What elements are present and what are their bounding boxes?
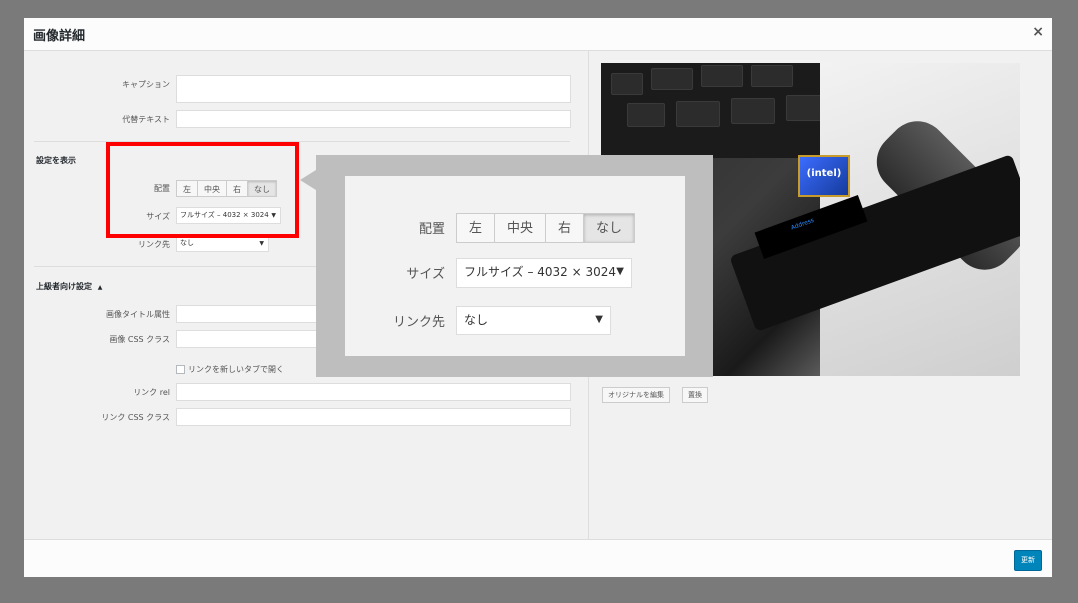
modal-header: 画像詳細 × <box>24 18 1052 51</box>
modal-title: 画像詳細 <box>33 29 86 44</box>
chevron-down-icon: ▼ <box>259 240 264 247</box>
key-shape <box>611 73 643 95</box>
key-shape <box>651 68 693 90</box>
key-shape <box>627 103 665 127</box>
screen-text: Address <box>790 216 815 232</box>
replace-button[interactable]: 置換 <box>682 387 708 403</box>
zoom-align-left-button[interactable]: 左 <box>456 213 496 243</box>
close-icon[interactable]: × <box>1032 24 1044 40</box>
image-css-label: 画像 CSS クラス <box>109 335 170 344</box>
advanced-settings-label: 上級者向け設定 <box>36 282 92 291</box>
link-select-value: なし <box>180 239 194 247</box>
display-settings-title: 設定を表示 <box>36 156 76 165</box>
title-attr-label: 画像タイトル属性 <box>106 310 170 319</box>
key-shape <box>731 98 775 124</box>
link-label: リンク先 <box>138 240 170 249</box>
zoom-align-label: 配置 <box>418 222 445 237</box>
zoom-size-select[interactable]: フルサイズ – 4032 × 3024 ▼ <box>456 258 632 288</box>
key-shape <box>751 65 793 87</box>
key-shape <box>701 65 743 87</box>
modal-footer: 更新 <box>24 539 1052 577</box>
alt-text-label: 代替テキスト <box>122 115 170 124</box>
intel-sticker: (intel) <box>798 155 850 197</box>
zoom-size-select-value: フルサイズ – 4032 × 3024 <box>464 265 617 279</box>
zoom-link-select[interactable]: なし ▼ <box>456 306 611 335</box>
link-rel-label: リンク rel <box>133 388 170 397</box>
zoom-size-label: サイズ <box>406 267 445 282</box>
zoom-link-select-value: なし <box>464 313 489 327</box>
update-button[interactable]: 更新 <box>1014 550 1042 571</box>
caret-up-icon: ▲ <box>97 284 103 291</box>
new-tab-label: リンクを新しいタブで開く <box>188 365 284 374</box>
edit-original-button[interactable]: オリジナルを編集 <box>602 387 670 403</box>
link-css-input[interactable] <box>176 408 571 426</box>
chevron-down-icon: ▼ <box>616 266 624 277</box>
zoom-align-button-group: 左 中央 右 なし <box>456 213 636 243</box>
caption-textarea[interactable] <box>176 75 571 103</box>
advanced-settings-title[interactable]: 上級者向け設定 ▲ <box>36 281 102 292</box>
chevron-down-icon: ▼ <box>595 314 603 325</box>
caption-label: キャプション <box>122 80 170 89</box>
zoom-align-right-button[interactable]: 右 <box>545 213 585 243</box>
zoom-align-none-button[interactable]: なし <box>583 213 636 243</box>
callout-pointer <box>300 170 316 190</box>
highlight-box <box>106 142 299 238</box>
link-rel-input[interactable] <box>176 383 571 401</box>
zoom-align-center-button[interactable]: 中央 <box>494 213 547 243</box>
zoom-callout-panel: 配置 左 中央 右 なし サイズ フルサイズ – 4032 × 3024 ▼ リ… <box>345 176 685 356</box>
zoom-link-label: リンク先 <box>392 315 445 330</box>
new-tab-checkbox[interactable] <box>176 365 185 374</box>
key-shape <box>676 101 720 127</box>
link-css-label: リンク CSS クラス <box>101 413 170 422</box>
alt-text-input[interactable] <box>176 110 571 128</box>
